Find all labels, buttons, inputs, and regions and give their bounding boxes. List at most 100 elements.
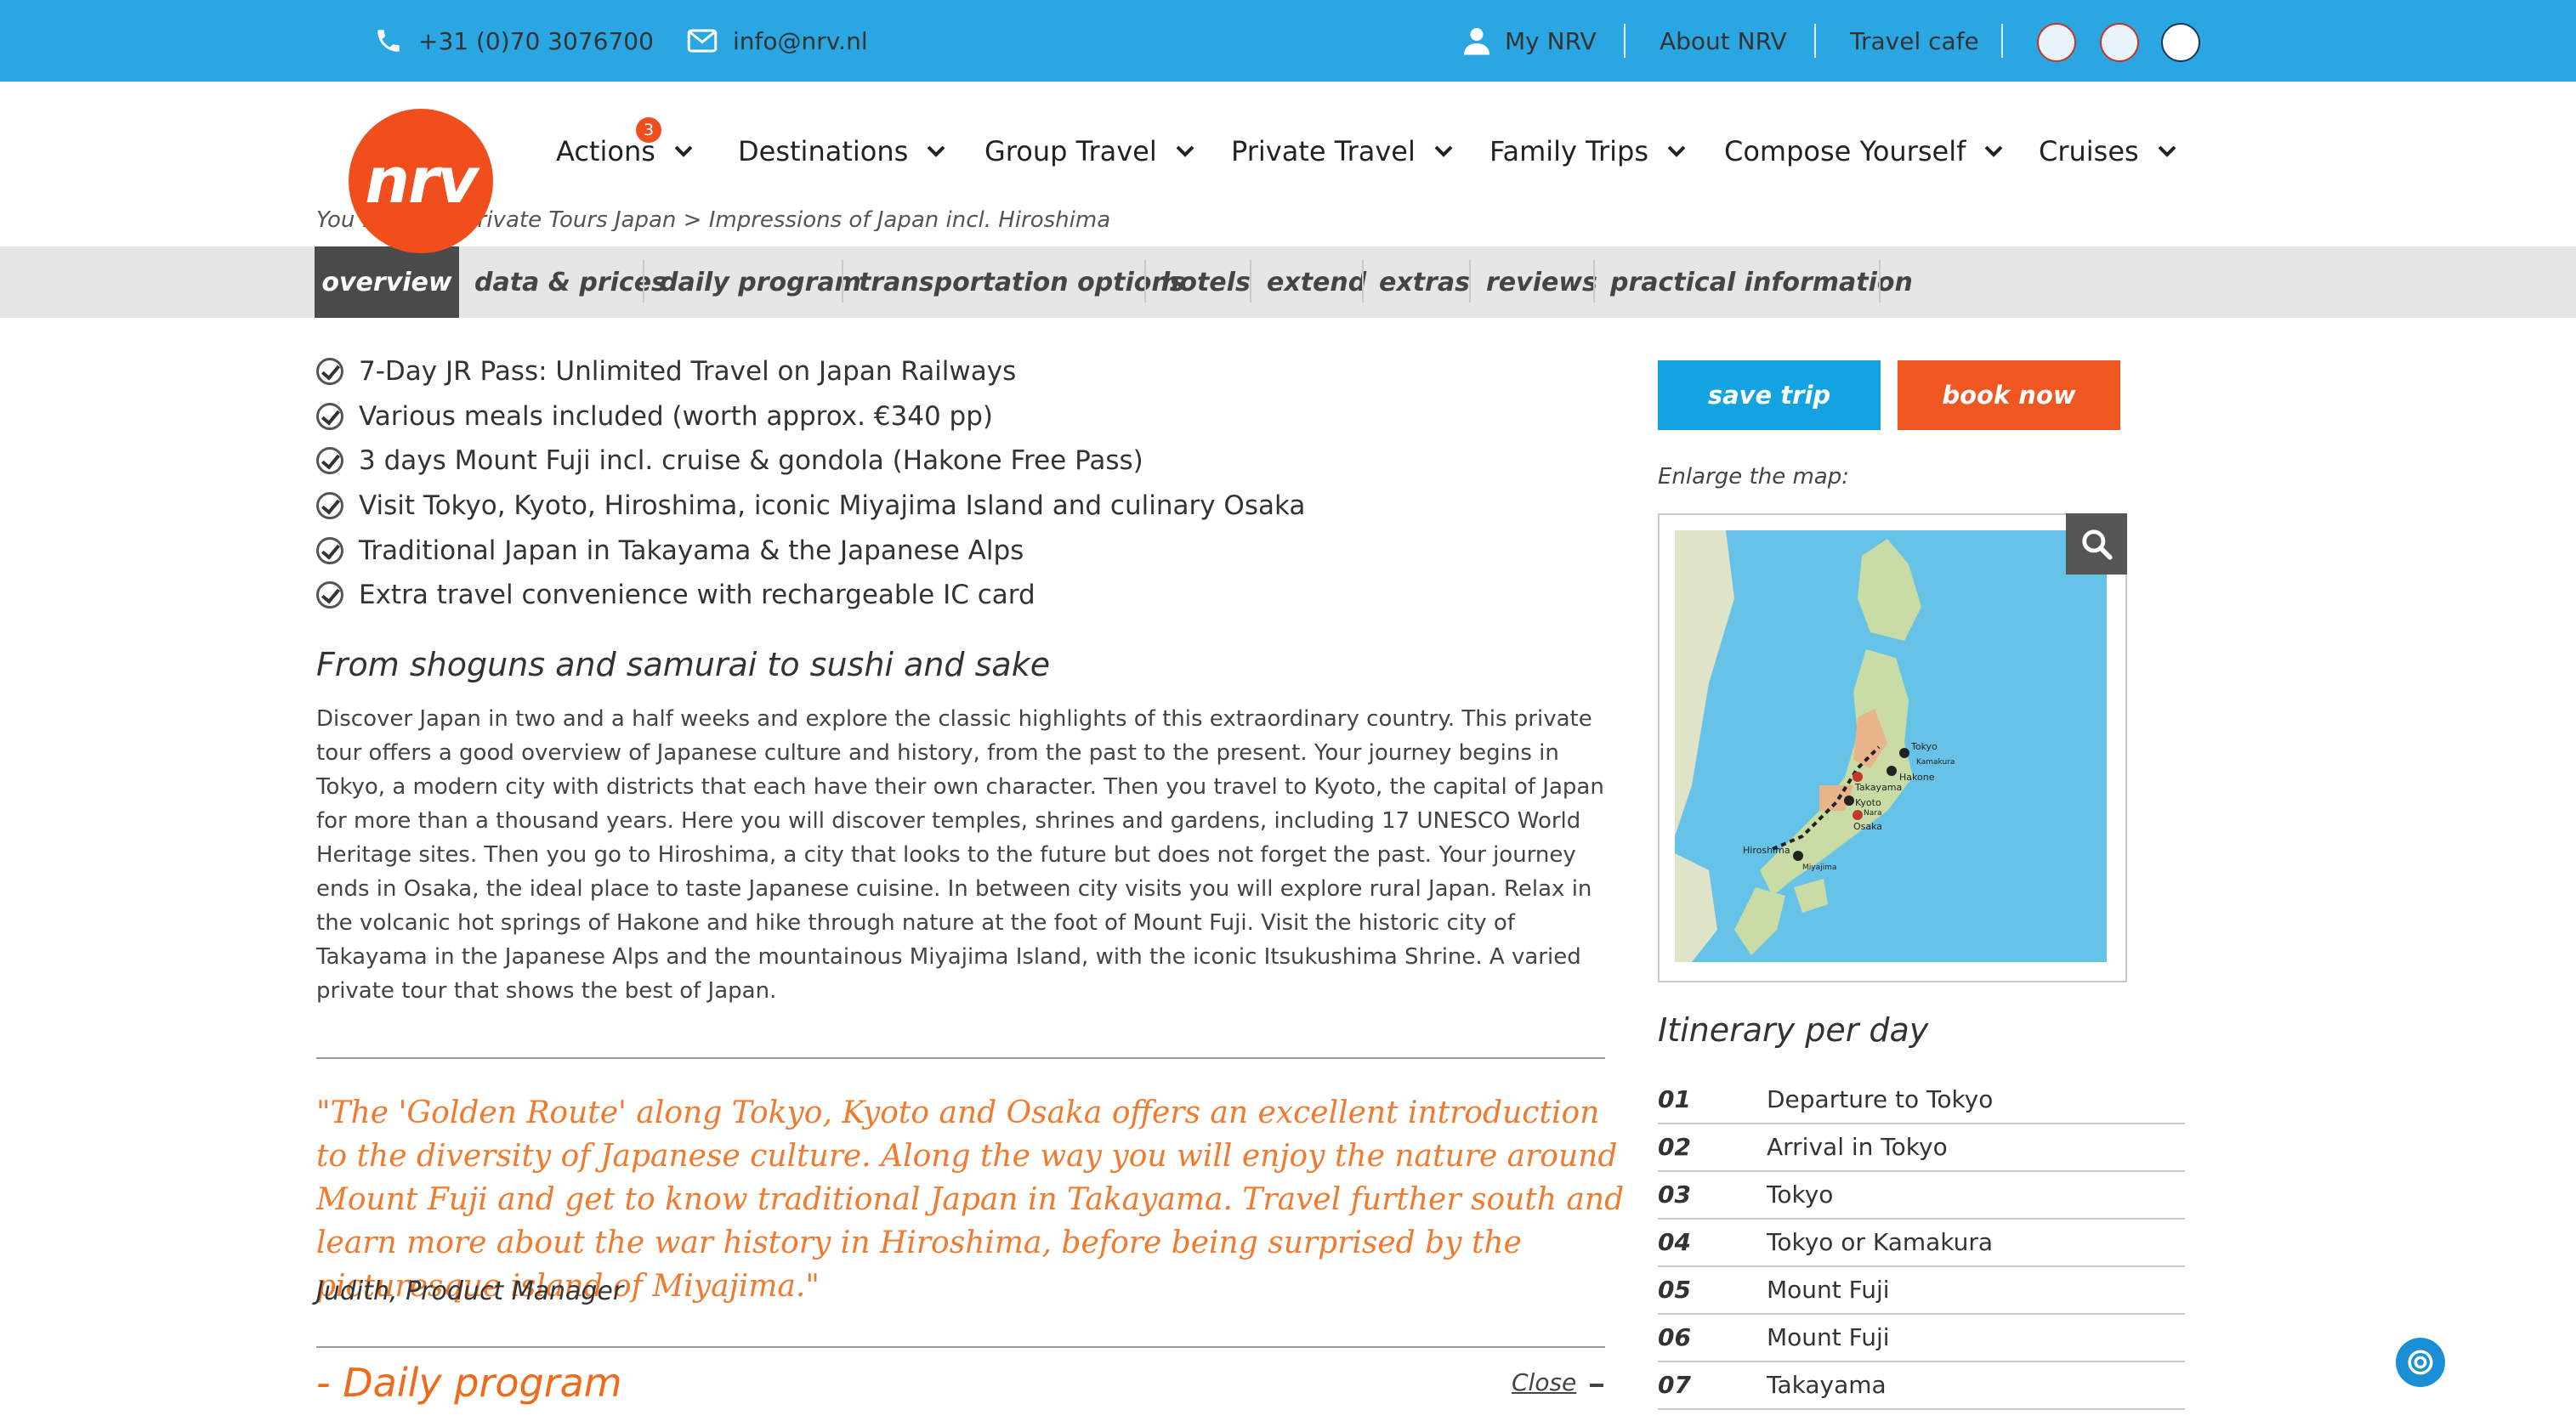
itinerary-day: 01 (1658, 1085, 1691, 1113)
itinerary-day: 04 (1658, 1228, 1691, 1256)
map-city-label: Hiroshima (1743, 845, 1790, 856)
itinerary-row[interactable]: 02 Arrival in Tokyo (1658, 1124, 2185, 1172)
tab-transportation-options[interactable]: transportation options (859, 246, 1185, 318)
chevron-down-icon (1176, 145, 1194, 157)
menu-compose-yourself[interactable]: Compose Yourself (1724, 127, 2003, 175)
email-address: info@nrv.nl (733, 26, 868, 55)
menu-destinations-label: Destinations (738, 135, 909, 167)
menu-group-travel-label: Group Travel (984, 135, 1157, 167)
highlight-text: Various meals included (worth approx. €3… (359, 401, 993, 432)
tab-divider (1879, 260, 1881, 303)
tab-divider (1362, 260, 1364, 303)
book-now-button[interactable]: book now (1898, 360, 2120, 430)
check-icon (316, 581, 343, 609)
travel-cafe-link[interactable]: Travel cafe (1850, 0, 1979, 82)
itinerary-day: 06 (1658, 1323, 1691, 1351)
map-label: Enlarge the map: (1658, 464, 1849, 490)
itinerary-row[interactable]: 01 Departure to Tokyo (1658, 1076, 2185, 1124)
highlight-text: Traditional Japan in Takayama & the Japa… (359, 535, 1024, 566)
chevron-down-icon (674, 145, 693, 157)
menu-actions[interactable]: Actions (556, 127, 693, 175)
tab-divider (1593, 260, 1595, 303)
chat-widget-button[interactable] (2396, 1338, 2445, 1387)
itinerary-day: 03 (1658, 1180, 1691, 1209)
menu-destinations[interactable]: Destinations (738, 127, 945, 175)
check-icon (316, 403, 343, 430)
itinerary-day: 05 (1658, 1276, 1691, 1304)
daily-program-heading[interactable]: - Daily program (316, 1360, 622, 1406)
user-icon (1464, 28, 1489, 55)
collapse-icon[interactable] (1590, 1384, 1603, 1387)
check-icon (316, 358, 343, 385)
phone-icon (377, 30, 400, 52)
globe-icon[interactable] (2161, 23, 2200, 62)
highlight-item: Various meals included (worth approx. €3… (316, 395, 993, 438)
map-city-label: Osaka (1853, 821, 1883, 832)
map-city-label: Tokyo (1911, 741, 1938, 752)
itinerary-place: Tokyo (1767, 1180, 1834, 1209)
menu-group-travel[interactable]: Group Travel (984, 127, 1194, 175)
about-nrv-label: About NRV (1660, 26, 1787, 55)
highlight-text: Visit Tokyo, Kyoto, Hiroshima, iconic Mi… (359, 490, 1306, 521)
map-city-label: Kyoto (1855, 797, 1881, 808)
chevron-down-icon (927, 145, 945, 157)
my-nrv-link[interactable]: My NRV (1464, 0, 1597, 82)
close-daily-program-link[interactable]: Close (1512, 1368, 1576, 1396)
japan-map-graphic (1675, 530, 1921, 962)
highlight-item: Traditional Japan in Takayama & the Japa… (316, 529, 1024, 572)
itinerary-row[interactable]: 05 Mount Fuji (1658, 1266, 2185, 1315)
itinerary-place: Takayama (1767, 1371, 1887, 1399)
tab-extras[interactable]: extras (1379, 246, 1470, 318)
menu-family-trips[interactable]: Family Trips (1489, 127, 1686, 175)
tab-daily-program[interactable]: daily program (660, 246, 861, 318)
itinerary-row[interactable]: 03 Tokyo (1658, 1171, 2185, 1220)
tab-extend[interactable]: extend (1267, 246, 1366, 318)
menu-family-trips-label: Family Trips (1489, 135, 1649, 167)
menu-compose-yourself-label: Compose Yourself (1724, 135, 1966, 167)
itinerary-row[interactable]: 06 Mount Fuji (1658, 1314, 2185, 1362)
map-city-label: Miyajima (1802, 863, 1837, 872)
mail-icon (687, 29, 718, 53)
itinerary-day: 02 (1658, 1133, 1691, 1161)
chat-widget-icon (2408, 1350, 2433, 1375)
menu-private-travel[interactable]: Private Travel (1231, 127, 1453, 175)
tab-hotels[interactable]: hotels (1161, 246, 1251, 318)
about-nrv-link[interactable]: About NRV (1660, 0, 1787, 82)
travel-cafe-label: Travel cafe (1850, 26, 1979, 55)
phone-link[interactable]: +31 (0)70 3076700 (374, 0, 654, 82)
route-map[interactable]: Tokyo Hakone Kamakura Takayama Kyoto Nar… (1658, 513, 2127, 982)
check-icon (316, 537, 343, 564)
map-city-label: Takayama (1855, 782, 1903, 793)
topbar-divider (1624, 24, 1626, 58)
menu-cruises[interactable]: Cruises (2039, 127, 2176, 175)
tab-reviews[interactable]: reviews (1486, 246, 1597, 318)
tab-divider (1469, 260, 1471, 303)
japan-map-image: Tokyo Hakone Kamakura Takayama Kyoto Nar… (1675, 530, 2107, 962)
sgr-badge-icon[interactable] (2100, 23, 2139, 62)
topbar-divider (2001, 24, 2003, 58)
itinerary-heading: Itinerary per day (1658, 1011, 1929, 1049)
actions-count-badge: 3 (636, 117, 661, 143)
tab-overview[interactable]: overview (315, 246, 459, 318)
email-link[interactable]: info@nrv.nl (687, 0, 868, 82)
enlarge-map-button[interactable] (2066, 513, 2127, 575)
itinerary-row[interactable]: 04 Tokyo or Kamakura (1658, 1219, 2185, 1267)
chevron-down-icon (1434, 145, 1453, 157)
tab-practical-information[interactable]: practical information (1610, 246, 1913, 318)
itinerary-place: Tokyo or Kamakura (1767, 1228, 1994, 1256)
anvr-badge-icon[interactable] (2037, 23, 2076, 62)
highlight-item: 3 days Mount Fuji incl. cruise & gondola… (316, 439, 1143, 482)
topbar-divider (1814, 24, 1816, 58)
search-icon (2082, 529, 2113, 560)
nrv-logo[interactable]: nrv (349, 109, 493, 253)
tab-data-prices[interactable]: data & prices (474, 246, 667, 318)
highlight-item: Visit Tokyo, Kyoto, Hiroshima, iconic Mi… (316, 484, 1305, 527)
itinerary-row[interactable]: 07 Takayama (1658, 1362, 2185, 1410)
check-icon (316, 447, 343, 474)
menu-private-travel-label: Private Travel (1231, 135, 1416, 167)
save-trip-button[interactable]: save trip (1658, 360, 1881, 430)
itinerary-day: 07 (1658, 1371, 1691, 1399)
intro-paragraph: Discover Japan in two and a half weeks a… (316, 706, 1604, 1004)
tab-divider (643, 260, 644, 303)
itinerary-place: Departure to Tokyo (1767, 1085, 1994, 1113)
